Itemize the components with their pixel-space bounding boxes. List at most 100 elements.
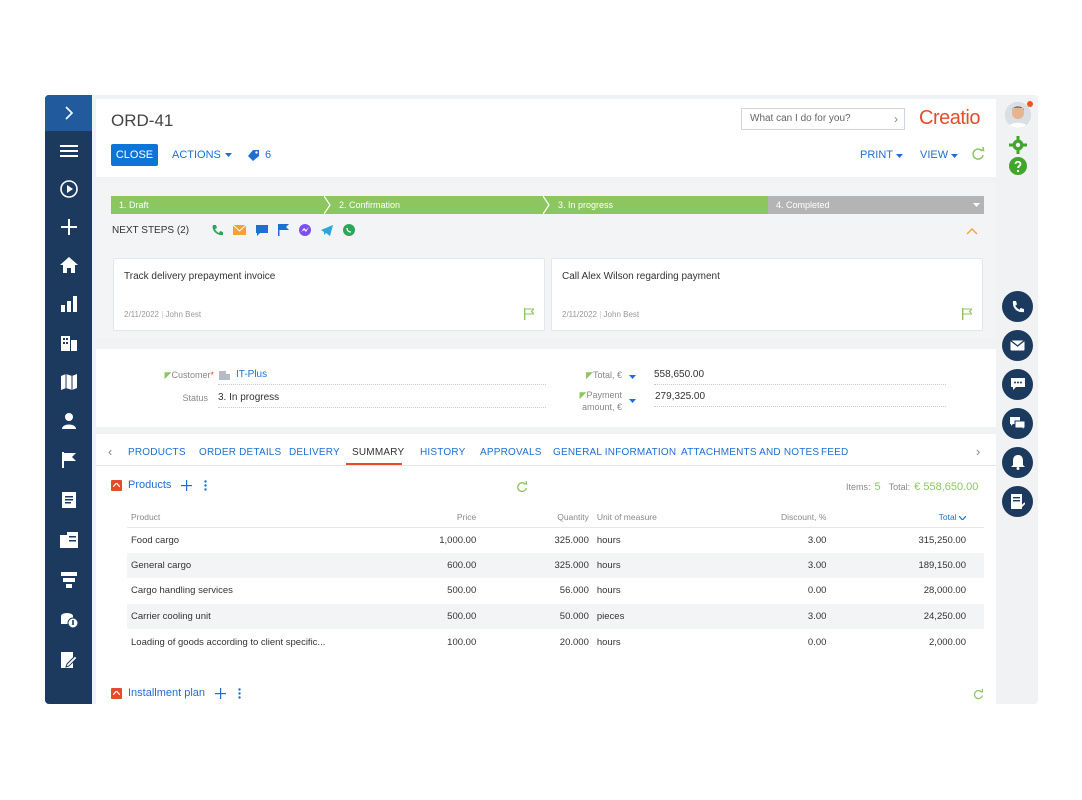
cell-unit: hours [596, 636, 621, 648]
more-options-icon[interactable] [204, 479, 208, 491]
phone-button[interactable] [1002, 291, 1033, 322]
column-unit[interactable]: Unit of measure [592, 507, 747, 528]
close-button[interactable]: CLOSE [111, 144, 158, 166]
settings-gear-icon[interactable] [1009, 136, 1027, 154]
customer-label: ◤Customer* [164, 370, 214, 380]
cell-product[interactable]: Loading of goods according to client spe… [127, 629, 383, 655]
column-discount[interactable]: Discount, % [746, 507, 831, 528]
total-value[interactable]: 558,650.00 [654, 369, 704, 380]
table-row[interactable]: Cargo handling services 500.00 56.000 ho… [127, 578, 984, 604]
complete-flag-icon[interactable] [962, 307, 974, 325]
tasks-button[interactable] [1002, 486, 1033, 517]
leads-flag-icon[interactable] [45, 441, 92, 479]
home-icon[interactable] [45, 246, 92, 284]
add-icon[interactable] [215, 687, 227, 699]
chevron-right-icon[interactable]: › [976, 444, 980, 459]
dashboards-icon[interactable] [45, 285, 92, 323]
task-card[interactable]: Call Alex Wilson regarding payment 2/11/… [551, 258, 983, 331]
whatsapp-icon[interactable] [343, 224, 356, 236]
call-icon[interactable] [211, 224, 224, 236]
customer-value[interactable]: IT-Plus [236, 369, 267, 380]
stage-confirmation[interactable]: 2. Confirmation [331, 196, 550, 214]
refresh-icon[interactable] [973, 689, 984, 700]
tab-order-details[interactable]: ORDER DETAILS [199, 447, 281, 458]
tab-products[interactable]: PRODUCTS [128, 447, 186, 458]
column-price[interactable]: Price [382, 507, 481, 528]
products-icon[interactable] [45, 601, 92, 639]
tab-history[interactable]: HISTORY [420, 447, 466, 458]
cell-product[interactable]: Food cargo [127, 527, 383, 553]
funnel-icon[interactable] [45, 561, 92, 599]
tab-delivery[interactable]: DELIVERY [289, 447, 340, 458]
actions-button[interactable]: ACTIONS [172, 149, 232, 161]
task-owner: John Best [603, 310, 640, 319]
telegram-icon[interactable] [321, 224, 334, 236]
view-button[interactable]: VIEW [920, 149, 959, 161]
actions-label: ACTIONS [172, 149, 221, 161]
contracts-icon[interactable] [45, 641, 92, 679]
print-button[interactable]: PRINT [860, 149, 903, 161]
cell-product[interactable]: General cargo [127, 552, 383, 579]
stage-completed[interactable]: 4. Completed [768, 196, 984, 214]
process-play-icon[interactable] [45, 170, 92, 208]
table-row[interactable]: General cargo 600.00 325.000 hours 3.00 … [127, 552, 984, 579]
notifications-button[interactable] [1002, 447, 1033, 478]
flag-icon[interactable] [278, 224, 290, 236]
refresh-icon[interactable] [516, 481, 528, 493]
more-options-icon[interactable] [238, 687, 241, 699]
tab-summary[interactable]: SUMMARY [352, 447, 404, 458]
chat-icon[interactable] [256, 224, 269, 236]
collapse-detail-icon[interactable] [111, 687, 122, 699]
command-search-input[interactable]: What can I do for you? › [741, 108, 905, 130]
invoices-icon[interactable] [45, 521, 92, 559]
map-icon[interactable] [45, 363, 92, 401]
help-icon[interactable] [1009, 157, 1027, 175]
table-row[interactable]: Loading of goods according to client spe… [127, 629, 984, 655]
cell-product[interactable]: Cargo handling services [127, 578, 383, 604]
collapse-up-icon[interactable] [966, 224, 978, 238]
accounts-icon[interactable] [45, 324, 92, 362]
table-row[interactable]: Food cargo 1,000.00 325.000 hours 3.00 3… [127, 527, 984, 553]
caret-down-icon[interactable] [629, 375, 636, 379]
chevron-left-icon[interactable]: ‹ [108, 444, 112, 459]
contacts-icon[interactable] [45, 402, 92, 440]
email-button[interactable] [1002, 330, 1033, 361]
chat-button[interactable] [1002, 369, 1033, 400]
status-value[interactable]: 3. In progress [218, 392, 279, 403]
products-detail-title[interactable]: Products [128, 479, 171, 491]
messenger-icon[interactable] [299, 224, 312, 236]
cell-price: 500.00 [382, 603, 481, 630]
feed-button[interactable] [1002, 408, 1033, 439]
chevron-right-icon[interactable]: › [894, 112, 898, 126]
creatio-logo: Creatio [919, 107, 980, 129]
cell-product[interactable]: Carrier cooling unit [127, 603, 383, 630]
email-icon[interactable] [233, 225, 247, 235]
search-placeholder: What can I do for you? [750, 113, 851, 124]
add-icon[interactable] [45, 208, 92, 246]
menu-icon[interactable] [45, 132, 92, 170]
installment-detail-header: Installment plan [111, 687, 241, 699]
column-product[interactable]: Product [127, 507, 383, 528]
stage-in-progress[interactable]: 3. In progress [550, 196, 768, 214]
collapse-detail-icon[interactable] [111, 479, 122, 491]
caret-down-icon[interactable] [629, 399, 636, 403]
documents-icon[interactable] [45, 481, 92, 519]
tags-button[interactable]: 6 [248, 149, 271, 161]
task-title[interactable]: Track delivery prepayment invoice [124, 271, 275, 282]
expand-nav-button[interactable] [45, 95, 92, 131]
payment-value[interactable]: 279,325.00 [655, 391, 705, 402]
column-total[interactable]: Total [830, 507, 984, 528]
table-row[interactable]: Carrier cooling unit 500.00 50.000 piece… [127, 603, 984, 630]
complete-flag-icon[interactable] [524, 307, 536, 325]
stage-draft[interactable]: 1. Draft [111, 196, 331, 214]
task-card[interactable]: Track delivery prepayment invoice 2/11/2… [113, 258, 545, 331]
tab-general-information[interactable]: GENERAL INFORMATION [553, 447, 676, 458]
add-icon[interactable] [181, 479, 193, 491]
tab-attachments-and-notes[interactable]: ATTACHMENTS AND NOTES [681, 447, 819, 458]
installment-detail-title[interactable]: Installment plan [128, 687, 205, 699]
refresh-icon[interactable] [971, 146, 985, 166]
tab-feed[interactable]: FEED [821, 447, 848, 458]
tab-approvals[interactable]: APPROVALS [480, 447, 542, 458]
task-title[interactable]: Call Alex Wilson regarding payment [562, 271, 720, 282]
column-quantity[interactable]: Quantity [480, 507, 593, 528]
